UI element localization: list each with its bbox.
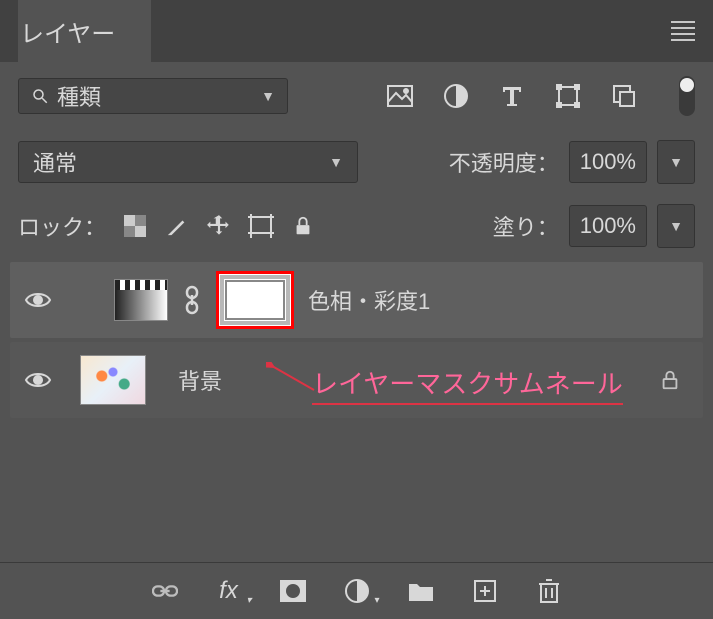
fx-button[interactable]: fx▾: [216, 578, 242, 604]
new-adjustment-button[interactable]: ▾: [344, 578, 370, 604]
filter-shape-icon[interactable]: [555, 83, 581, 109]
fill-value[interactable]: 100%: [569, 205, 647, 247]
lock-transparent-icon[interactable]: [122, 213, 148, 239]
layer-thumbnail[interactable]: [80, 355, 146, 405]
panel-menu-button[interactable]: [671, 21, 695, 41]
lock-label: ロック：: [18, 210, 106, 242]
fill-group: 塗り： 100% ▼: [493, 204, 695, 248]
filter-type-icon[interactable]: [499, 83, 525, 109]
adjustment-thumbnail[interactable]: [114, 279, 168, 321]
link-icon: [182, 285, 202, 315]
bottom-toolbar: fx▾ ▾: [0, 562, 713, 619]
search-icon: [31, 87, 49, 105]
opacity-label: 不透明度：: [449, 146, 559, 178]
fill-label: 塗り：: [493, 210, 559, 242]
annotation-arrow: [266, 362, 316, 396]
filter-type-label: 種類: [57, 80, 261, 112]
blend-mode-select[interactable]: 通常 ▼: [18, 141, 358, 183]
opacity-dropdown[interactable]: ▼: [657, 140, 695, 184]
opacity-group: 不透明度： 100% ▼: [449, 140, 695, 184]
blend-mode-label: 通常: [33, 146, 77, 178]
filter-buttons: [387, 76, 695, 116]
new-layer-button[interactable]: [472, 578, 498, 604]
new-group-button[interactable]: [408, 578, 434, 604]
layers-list: 色相・彩度1 背景: [0, 258, 713, 418]
visibility-toggle[interactable]: [18, 370, 58, 390]
filter-pixel-icon[interactable]: [387, 83, 413, 109]
layer-mask-thumbnail[interactable]: [216, 271, 294, 329]
lock-pixels-icon[interactable]: [164, 213, 190, 239]
panel-tab-layers[interactable]: レイヤー: [18, 0, 151, 62]
lock-all-icon[interactable]: [290, 213, 316, 239]
layer-name[interactable]: 背景: [178, 364, 222, 396]
link-layers-button[interactable]: [152, 578, 178, 604]
filter-smartobject-icon[interactable]: [611, 83, 637, 109]
lock-icons: [122, 213, 316, 239]
delete-layer-button[interactable]: [536, 578, 562, 604]
layer-row[interactable]: 色相・彩度1: [10, 262, 703, 338]
panel-title: レイヤー: [20, 14, 115, 49]
layer-row[interactable]: 背景: [10, 342, 703, 418]
layer-lock-icon[interactable]: [659, 368, 681, 392]
eye-icon: [24, 370, 52, 390]
filter-toggle[interactable]: [679, 76, 695, 116]
layer-name[interactable]: 色相・彩度1: [308, 284, 430, 316]
chevron-down-icon: ▼: [329, 154, 343, 170]
filter-adjustment-icon[interactable]: [443, 83, 469, 109]
chevron-down-icon: ▼: [669, 154, 683, 170]
lock-row: ロック： 塗り： 100% ▼: [0, 194, 713, 258]
blend-row: 通常 ▼ 不透明度： 100% ▼: [0, 130, 713, 194]
lock-position-icon[interactable]: [206, 213, 232, 239]
filter-row: 種類 ▼: [0, 62, 713, 130]
panel-header: レイヤー: [0, 0, 713, 62]
eye-icon: [24, 290, 52, 310]
lock-artboard-icon[interactable]: [248, 213, 274, 239]
filter-type-select[interactable]: 種類 ▼: [18, 78, 288, 114]
chevron-down-icon: ▼: [261, 88, 275, 104]
fill-dropdown[interactable]: ▼: [657, 204, 695, 248]
chevron-down-icon: ▼: [669, 218, 683, 234]
visibility-toggle[interactable]: [18, 290, 58, 310]
add-mask-button[interactable]: [280, 578, 306, 604]
opacity-value[interactable]: 100%: [569, 141, 647, 183]
